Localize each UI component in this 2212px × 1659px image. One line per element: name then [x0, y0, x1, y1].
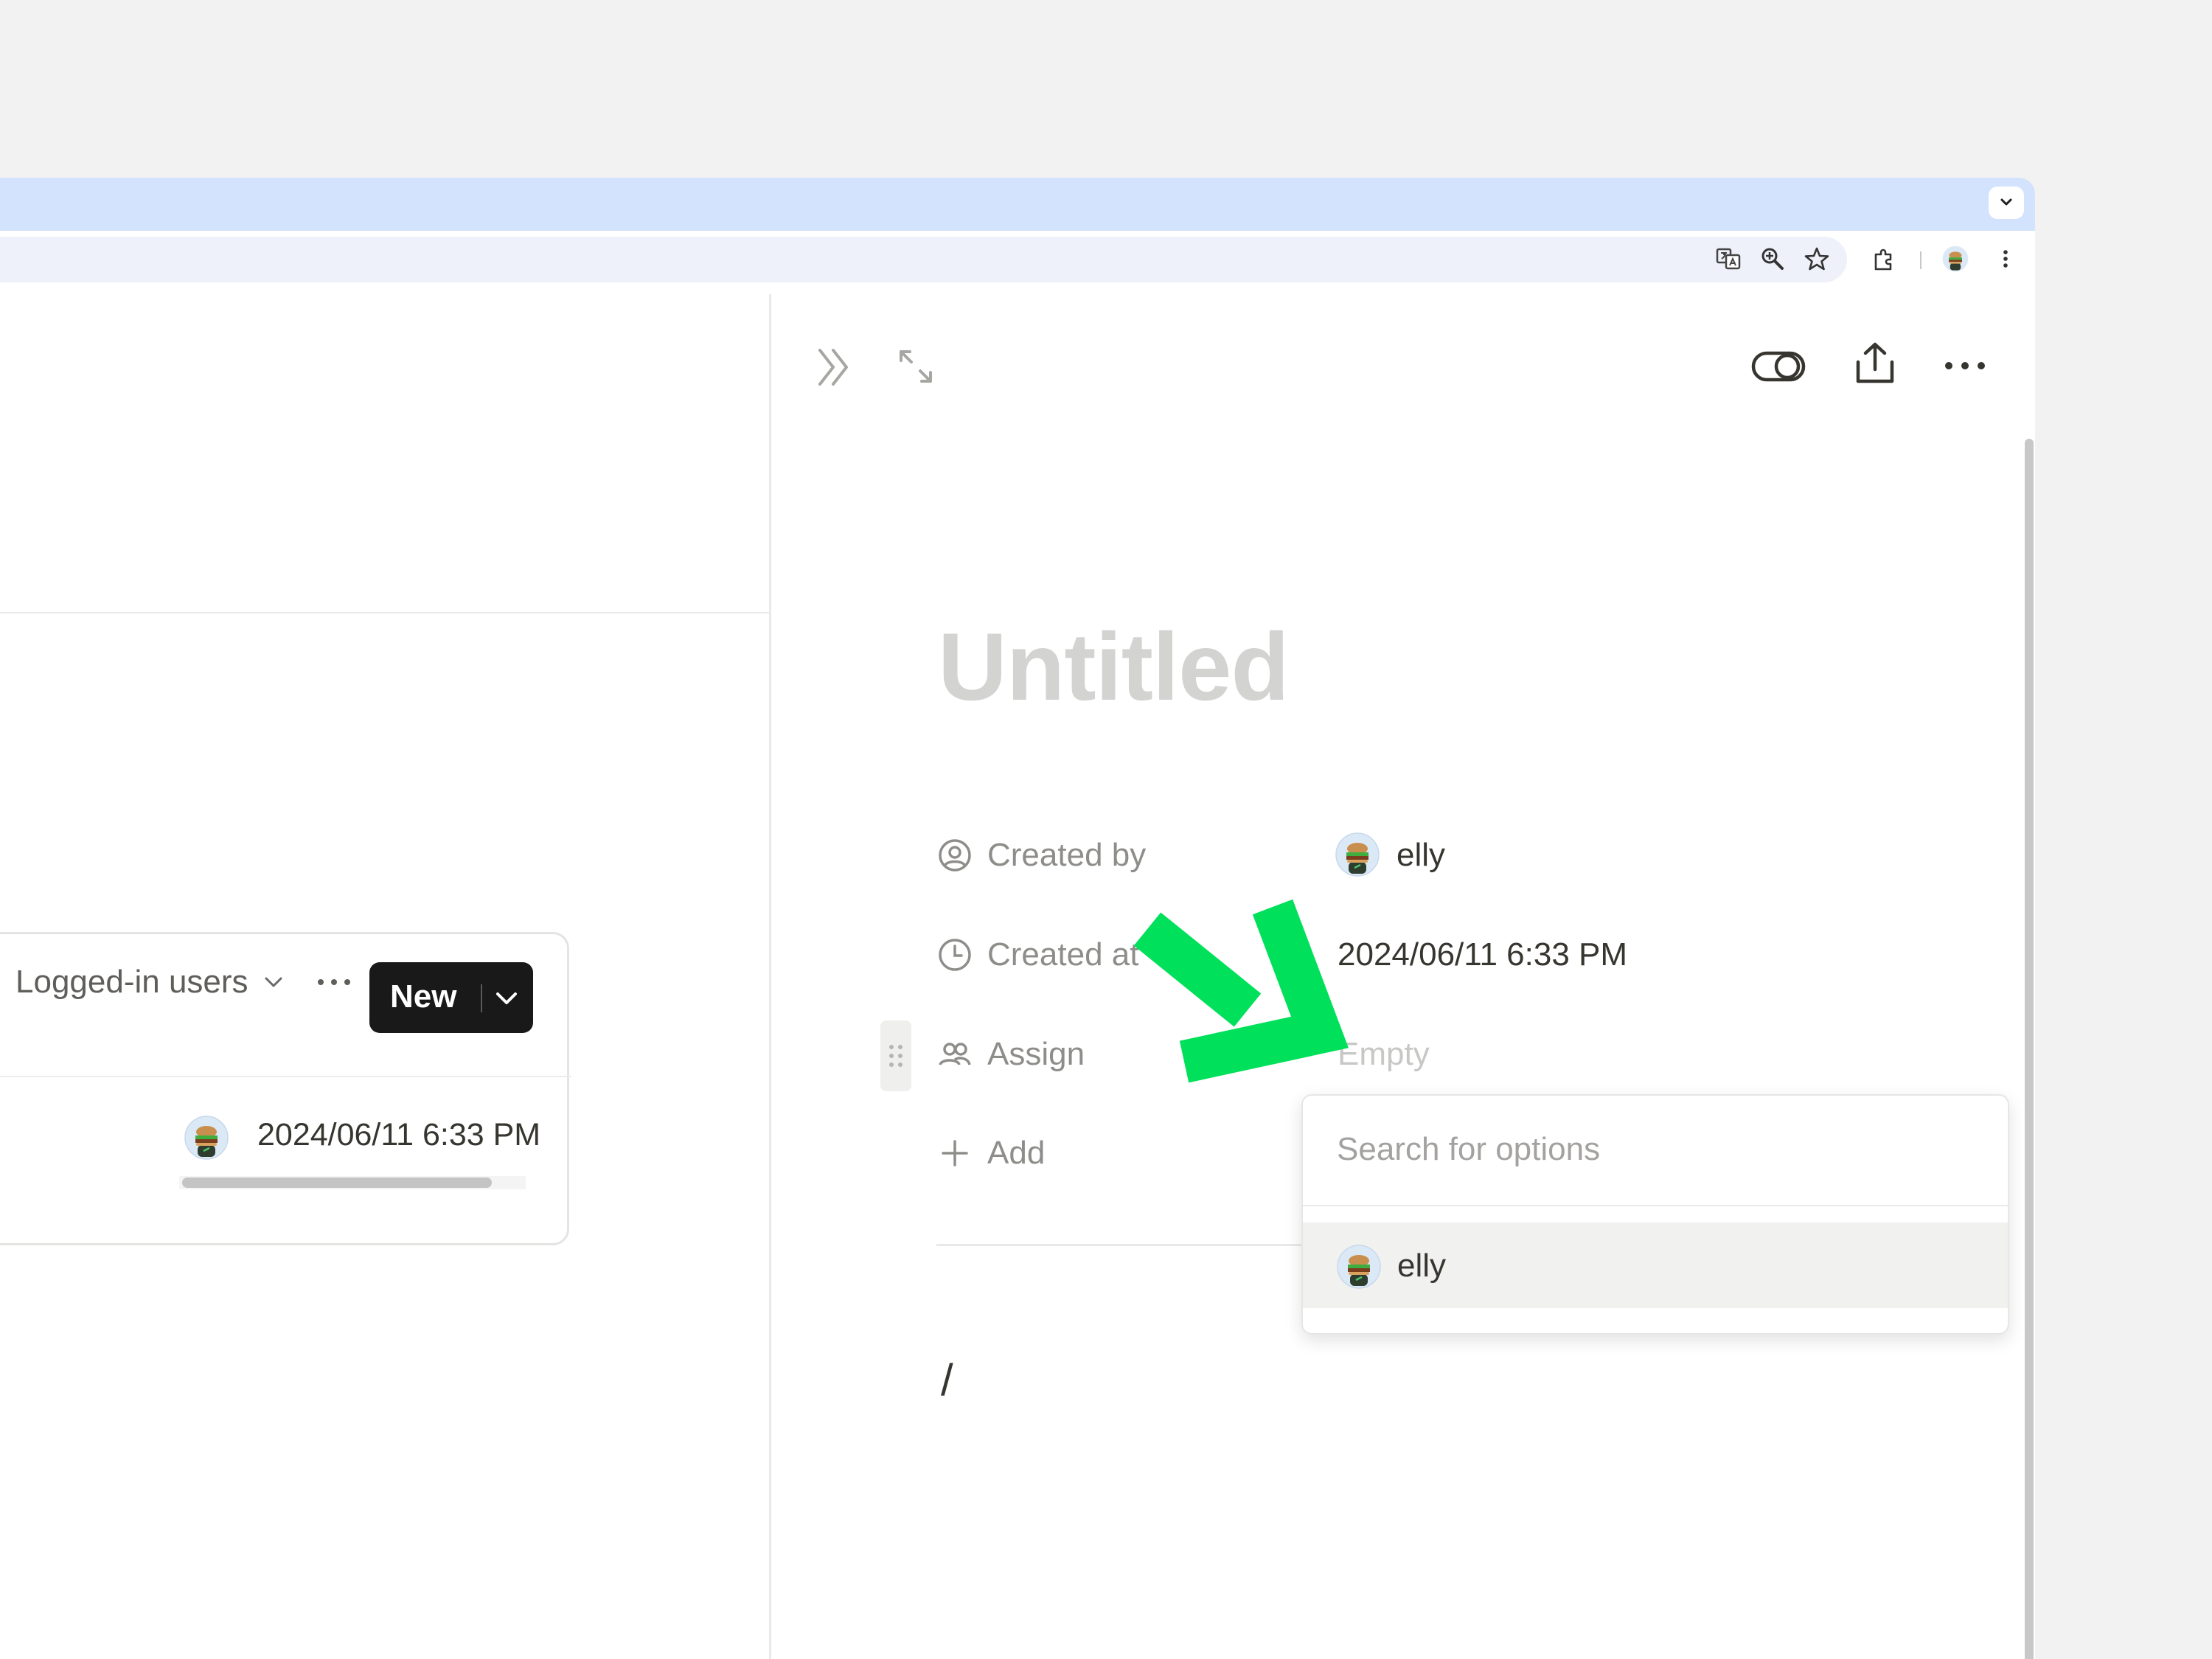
property-label-created-at[interactable]: Created at	[987, 936, 1138, 973]
property-value-created-at: 2024/06/11 6:33 PM	[1338, 936, 1628, 973]
expand-icon[interactable]	[897, 347, 935, 386]
header-divider	[0, 612, 769, 613]
people-icon	[939, 1043, 971, 1065]
chevron-down-icon[interactable]	[262, 974, 285, 990]
property-label-assign[interactable]: Assign	[987, 1036, 1085, 1073]
chevron-down-icon	[2000, 198, 2012, 206]
page-body-text[interactable]: /	[941, 1354, 953, 1405]
tab-search-button[interactable]	[1989, 187, 2024, 219]
assign-options-dropdown: elly	[1301, 1094, 2009, 1335]
tab-strip	[0, 178, 2035, 231]
option-search-input[interactable]	[1303, 1096, 2008, 1203]
extensions-icon[interactable]	[1870, 244, 1899, 274]
user-avatar	[1335, 832, 1380, 877]
row-created-time: 2024/06/11 6:33 PM	[257, 1117, 540, 1152]
property-value-assign[interactable]: Empty	[1338, 1036, 1430, 1073]
bookmark-star-icon[interactable]	[1802, 244, 1832, 274]
person-circle-icon	[939, 839, 971, 872]
filter-dropdown-label[interactable]: Logged-in users	[15, 964, 248, 1001]
plus-icon[interactable]	[937, 1135, 973, 1171]
database-view-card: Logged-in users New 2024/06/11 6:33 PM	[0, 932, 571, 1245]
browser-toolbar	[0, 231, 2035, 296]
more-options-icon[interactable]	[312, 971, 356, 993]
profile-avatar[interactable]	[1941, 244, 1970, 274]
database-pane: Logged-in users New 2024/06/11 6:33 PM	[0, 294, 769, 1659]
drag-handle[interactable]	[880, 1020, 911, 1091]
toggle-icon[interactable]	[1750, 346, 1806, 387]
new-button-label: New	[390, 978, 457, 1015]
page-peek-panel: Untitled Created by elly Created at 2024…	[769, 294, 2035, 1659]
share-icon[interactable]	[1852, 340, 1898, 387]
option-item[interactable]: elly	[1303, 1222, 2008, 1308]
card-divider	[0, 1076, 571, 1077]
drag-handle-icon	[889, 1045, 902, 1067]
translate-icon[interactable]	[1714, 244, 1743, 274]
peek-scrollbar[interactable]	[2025, 439, 2034, 1659]
chevron-down-icon[interactable]	[492, 987, 521, 1009]
property-label-created-by[interactable]: Created by	[987, 837, 1146, 874]
browser-window: Logged-in users New 2024/06/11 6:33 PM U…	[0, 178, 2035, 1659]
property-value-created-by: elly	[1397, 837, 1446, 873]
dropdown-divider	[1303, 1205, 2008, 1206]
new-button-separator	[481, 984, 482, 1012]
collapse-panel-icon[interactable]	[814, 346, 854, 389]
row-scrollbar[interactable]	[182, 1178, 492, 1188]
option-label: elly	[1397, 1248, 1447, 1284]
add-property-button[interactable]: Add	[987, 1135, 1045, 1172]
menu-kebab-icon[interactable]	[1991, 244, 2020, 274]
toolbar-separator	[1920, 251, 1921, 269]
new-button[interactable]: New	[369, 962, 533, 1033]
clock-icon	[939, 939, 971, 971]
user-avatar	[1337, 1245, 1381, 1289]
user-avatar	[184, 1116, 229, 1160]
address-bar[interactable]	[0, 237, 1847, 282]
page-title[interactable]: Untitled	[938, 611, 1290, 722]
zoom-icon[interactable]	[1758, 244, 1787, 274]
more-icon[interactable]	[1941, 355, 1989, 377]
